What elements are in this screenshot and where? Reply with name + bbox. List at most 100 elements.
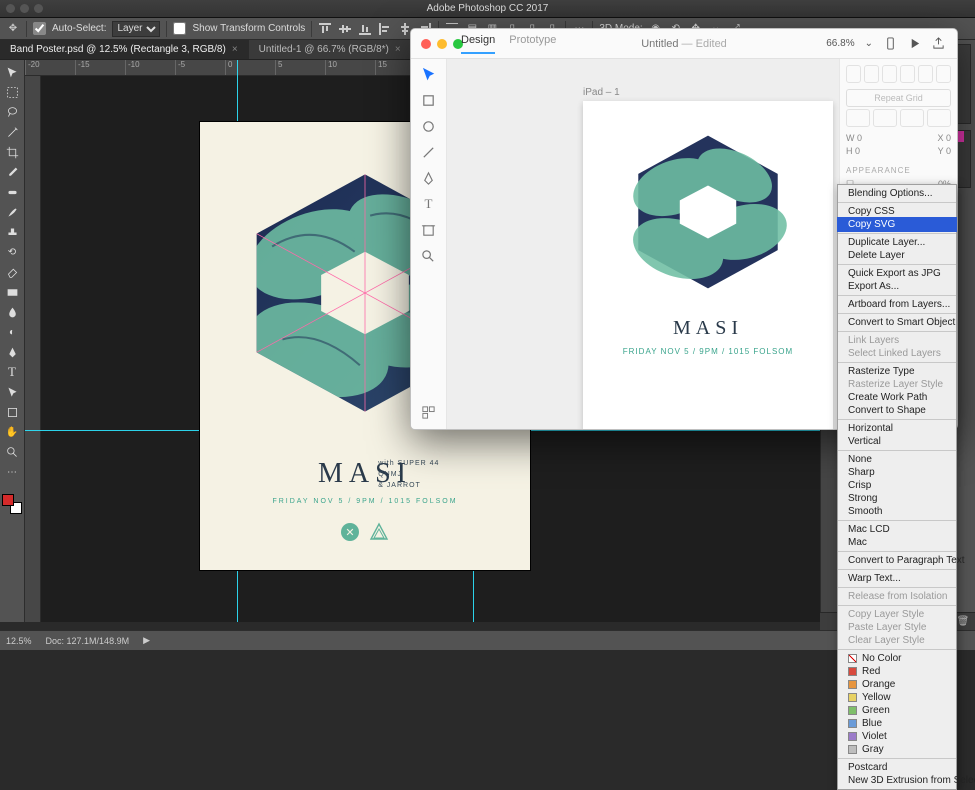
menu-item[interactable]: New 3D Extrusion from Selected Layer <box>838 774 956 787</box>
menu-color-item[interactable]: Yellow <box>838 691 956 704</box>
menu-color-item[interactable]: No Color <box>838 652 956 665</box>
menu-item[interactable]: Quick Export as JPG <box>838 267 956 280</box>
menu-item[interactable]: Smooth <box>838 505 956 518</box>
menu-color-item[interactable]: Blue <box>838 717 956 730</box>
menu-item[interactable]: Mac LCD <box>838 523 956 536</box>
menu-item[interactable]: Vertical <box>838 435 956 448</box>
tab-prototype[interactable]: Prototype <box>509 34 556 54</box>
xd-zoom-tool[interactable] <box>420 247 438 265</box>
status-zoom[interactable]: 12.5% <box>6 636 32 646</box>
menu-item[interactable]: Strong <box>838 492 956 505</box>
lasso-tool[interactable] <box>1 102 24 122</box>
xd-bool-row[interactable] <box>846 109 951 127</box>
menu-item[interactable]: Export As... <box>838 280 956 293</box>
tab-untitled-1[interactable]: Untitled-1 @ 66.7% (RGB/8*) × <box>249 40 412 59</box>
menu-item[interactable]: Artboard from Layers... <box>838 298 956 311</box>
menu-item[interactable]: Copy SVG <box>838 218 956 231</box>
menu-item[interactable]: Warp Text... <box>838 572 956 585</box>
menu-item[interactable]: Postcard <box>838 761 956 774</box>
history-brush-tool[interactable]: ⟲ <box>1 242 24 262</box>
layer-context-menu[interactable]: Blending Options... Copy CSSCopy SVG Dupli… <box>837 184 957 790</box>
xd-select-tool[interactable] <box>420 65 438 83</box>
menu-item[interactable]: Crisp <box>838 479 956 492</box>
align-bottom-icon[interactable] <box>358 22 372 36</box>
fg-color[interactable] <box>2 494 14 506</box>
xd-artboard[interactable]: MASI FRIDAY NOV 5 / 9PM / 1015 FOLSOM <box>583 101 833 430</box>
type-tool[interactable]: T <box>1 362 24 382</box>
status-arrow[interactable]: ▶ <box>143 635 150 646</box>
eyedropper-tool[interactable] <box>1 162 24 182</box>
tab-band-poster[interactable]: Band Poster.psd @ 12.5% (Rectangle 3, RG… <box>0 40 249 59</box>
status-doc[interactable]: Doc: 127.1M/148.9M <box>46 636 130 646</box>
close-icon[interactable]: × <box>395 44 401 55</box>
repeat-grid-button[interactable]: Repeat Grid <box>846 89 951 107</box>
share-icon[interactable] <box>931 37 945 51</box>
marquee-tool[interactable] <box>1 82 24 102</box>
menu-item[interactable]: Mac <box>838 536 956 549</box>
menu-item[interactable]: Sharp <box>838 466 956 479</box>
menu-color-item[interactable]: Gray <box>838 743 956 756</box>
auto-select-checkbox[interactable] <box>33 22 46 35</box>
zoom-tool[interactable] <box>1 442 24 462</box>
dodge-tool[interactable]: ◐ <box>1 322 24 342</box>
color-swatches[interactable] <box>2 494 22 514</box>
close-icon[interactable]: × <box>232 44 238 55</box>
xd-poster-subtitle: FRIDAY NOV 5 / 9PM / 1015 FOLSOM <box>583 347 833 356</box>
tab-design[interactable]: Design <box>461 34 495 54</box>
align-top-icon[interactable] <box>318 22 332 36</box>
xd-artboard-label[interactable]: iPad – 1 <box>583 87 620 98</box>
xd-zoom-value[interactable]: 66.8% <box>826 38 854 49</box>
move-tool[interactable] <box>1 62 24 82</box>
xd-line-tool[interactable] <box>420 143 438 161</box>
pen-tool[interactable] <box>1 342 24 362</box>
gradient-tool[interactable] <box>1 282 24 302</box>
menu-item[interactable]: Convert to Shape <box>838 404 956 417</box>
xd-ellipse-tool[interactable] <box>420 117 438 135</box>
more-tools[interactable]: ⋯ <box>1 462 24 482</box>
trash-icon[interactable]: 🗑 <box>957 616 969 628</box>
auto-select-dropdown[interactable]: Layer <box>112 21 160 37</box>
align-left-icon[interactable] <box>378 22 392 36</box>
xd-align-row[interactable] <box>846 65 951 83</box>
eraser-tool[interactable] <box>1 262 24 282</box>
heal-tool[interactable] <box>1 182 24 202</box>
path-select-tool[interactable] <box>1 382 24 402</box>
xd-titlebar[interactable]: Design Prototype Untitled — Edited 66.8%… <box>411 29 957 59</box>
menu-item[interactable]: Create Work Path <box>838 391 956 404</box>
menu-color-item[interactable]: Orange <box>838 678 956 691</box>
blur-tool[interactable] <box>1 302 24 322</box>
xd-artboard-tool[interactable] <box>420 221 438 239</box>
align-vcenter-icon[interactable] <box>338 22 352 36</box>
wand-tool[interactable] <box>1 122 24 142</box>
tab-label: Untitled-1 @ 66.7% (RGB/8*) <box>259 44 389 55</box>
menu-item[interactable]: Copy CSS <box>838 205 956 218</box>
shape-tool[interactable] <box>1 402 24 422</box>
menu-color-item[interactable]: Violet <box>838 730 956 743</box>
menu-item[interactable]: None <box>838 453 956 466</box>
menu-item[interactable]: Delete Layer <box>838 249 956 262</box>
menu-item[interactable]: Convert to Paragraph Text <box>838 554 956 567</box>
xd-window-lights[interactable] <box>421 39 463 49</box>
hand-tool[interactable]: ✋ <box>1 422 24 442</box>
menu-color-item[interactable]: Red <box>838 665 956 678</box>
play-icon[interactable] <box>907 37 921 51</box>
brush-tool[interactable] <box>1 202 24 222</box>
crop-tool[interactable] <box>1 142 24 162</box>
menu-item[interactable]: Duplicate Layer... <box>838 236 956 249</box>
xd-pen-tool[interactable] <box>420 169 438 187</box>
menu-item[interactable]: Convert to Smart Object <box>838 316 956 329</box>
menu-item[interactable]: Horizontal <box>838 422 956 435</box>
xd-text-tool[interactable]: T <box>420 195 438 213</box>
xd-canvas[interactable]: iPad – 1 MASI FRIDAY NOV <box>447 59 839 429</box>
chevron-down-icon[interactable]: ⌄ <box>865 38 873 49</box>
show-transform-checkbox[interactable] <box>173 22 186 35</box>
menu-color-item[interactable]: Green <box>838 704 956 717</box>
menu-item[interactable]: Rasterize Type <box>838 365 956 378</box>
xd-assets-icon[interactable] <box>420 403 438 421</box>
stamp-tool[interactable] <box>1 222 24 242</box>
mac-window-lights[interactable] <box>6 4 43 13</box>
device-preview-icon[interactable] <box>883 37 897 51</box>
ruler-vertical[interactable] <box>25 76 41 622</box>
menu-item[interactable]: Blending Options... <box>838 187 956 200</box>
xd-rect-tool[interactable] <box>420 91 438 109</box>
